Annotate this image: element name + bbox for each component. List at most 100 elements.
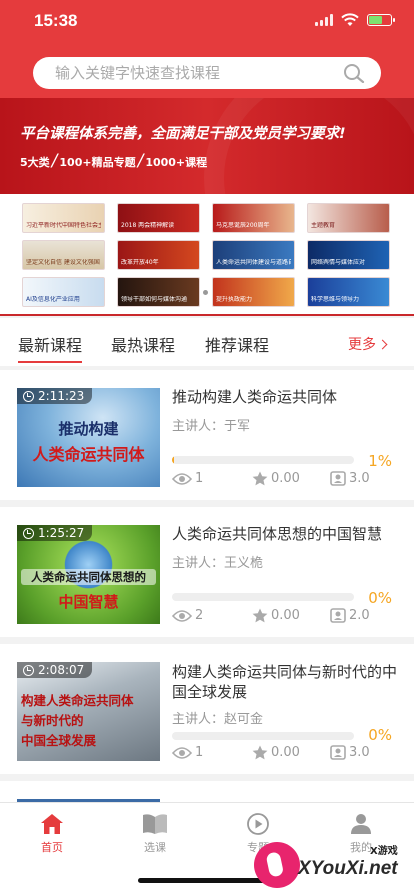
views-stat: 1 [172, 745, 203, 760]
course-title: 推动构建人类命运共同体 [172, 388, 338, 406]
eye-icon [172, 472, 192, 485]
course-title: 人类命运共同体思想的中国智慧 [172, 525, 383, 543]
cellular-signal-icon [315, 14, 333, 26]
views-stat: 1 [172, 471, 203, 486]
cover-title: 与新时代的 [21, 713, 84, 728]
chevron-right-icon [377, 339, 388, 350]
duration-badge: 2:11:23 [17, 388, 93, 404]
certificate-icon [330, 608, 346, 623]
progress-bar [172, 593, 354, 601]
tab-hottest[interactable]: 最热课程 [111, 332, 175, 356]
search-input[interactable] [55, 57, 335, 89]
certificate-icon [330, 471, 346, 486]
progress-percent: 0% [368, 726, 392, 744]
star-icon [252, 608, 268, 623]
rating-stat: 0.00 [252, 608, 300, 623]
clock-icon [23, 527, 34, 539]
clock-icon [23, 390, 34, 402]
tab-latest[interactable]: 最新课程 [18, 332, 83, 363]
score-stat: 3.0 [330, 471, 370, 486]
status-bar: 15:38 [0, 0, 414, 44]
topic-thumbnail[interactable]: AI及信息化产业应用 [22, 277, 105, 307]
tab-courses[interactable]: 选课 [125, 813, 185, 855]
carousel-indicator [203, 290, 208, 295]
banner-stats: 5大类/100+精品专题/1000+课程 [20, 151, 208, 171]
course-title: 构建人类命运共同体与新时代的中国全球发展 [172, 663, 398, 701]
course-lecturer: 主讲人：王义桅 [172, 556, 264, 571]
header: 15:38 [0, 0, 414, 98]
topic-thumbnail[interactable]: 领导干部如何与媒体沟通 [117, 277, 200, 307]
cover-title: 构建人类命运共同体 [21, 693, 134, 708]
cover-title: 推动构建 [58, 420, 119, 438]
progress-percent: 0% [368, 589, 392, 607]
duration-badge: 2:08:07 [17, 662, 93, 678]
topic-thumbnail[interactable]: 主题教育 [307, 203, 390, 233]
clock-icon [23, 664, 34, 676]
banner-stat: 5大类 [20, 156, 50, 169]
star-icon [252, 745, 268, 760]
course-cover[interactable]: 构建人类命运共同体 与新时代的 中国全球发展 2:08:07 [17, 662, 160, 761]
user-icon [351, 814, 371, 834]
cover-title: 人类命运共同体 [32, 445, 145, 464]
status-icons [315, 13, 395, 27]
course-list: 推动构建 人类命运共同体 2:11:23 推动构建人类命运共同体 主讲人：于军 … [0, 370, 414, 802]
duration-badge: 1:25:27 [17, 525, 93, 541]
course-card[interactable]: 人类命运共同体思想的 中国智慧 1:25:27 人类命运共同体思想的中国智慧 主… [0, 507, 414, 637]
tab-recommended[interactable]: 推荐课程 [205, 332, 269, 356]
topic-thumbnail[interactable]: 坚定文化自信 建设文化强国 [22, 240, 105, 270]
progress-fill [172, 456, 174, 464]
progress-bar [172, 456, 354, 464]
cover-title: 中国全球发展 [21, 733, 97, 748]
watermark-big-text: XYouXi.net [298, 858, 398, 879]
topic-thumbnail[interactable]: 网络舆情与媒体应对 [307, 240, 390, 270]
views-stat: 2 [172, 608, 203, 623]
course-stats: 1 0.00 3.0 [172, 745, 372, 763]
banner-stat: 100+精品专题 [59, 156, 136, 169]
course-lecturer: 主讲人：于军 [172, 419, 251, 434]
status-time: 15:38 [34, 11, 78, 30]
topic-thumbnail[interactable]: 提升执政能力 [212, 277, 295, 307]
watermark-logo-icon [249, 837, 305, 893]
rating-stat: 0.00 [252, 471, 300, 486]
course-stats: 2 0.00 2.0 [172, 608, 372, 626]
course-lecturer: 主讲人：赵可金 [172, 712, 264, 727]
search-bar[interactable] [33, 57, 381, 89]
topic-thumbnail[interactable]: 改革开放40年 [117, 240, 200, 270]
more-link[interactable]: 更多 [348, 334, 388, 354]
course-card[interactable] [0, 781, 414, 802]
topic-thumbnail[interactable]: 2018 两会精神解读 [117, 203, 200, 233]
search-icon[interactable] [343, 63, 365, 83]
eye-icon [172, 609, 192, 622]
rating-stat: 0.00 [252, 745, 300, 760]
score-stat: 3.0 [330, 745, 370, 760]
battery-icon [367, 14, 395, 26]
course-cover[interactable]: 人类命运共同体思想的 中国智慧 1:25:27 [17, 525, 160, 624]
course-card[interactable]: 构建人类命运共同体 与新时代的 中国全球发展 2:08:07 构建人类命运共同体… [0, 644, 414, 774]
watermark-small-text: X游戏 [370, 846, 398, 857]
course-tabs: 最新课程 最热课程 推荐课程 更多 [0, 318, 414, 366]
play-icon [247, 813, 269, 835]
eye-icon [172, 746, 192, 759]
course-card[interactable]: 推动构建 人类命运共同体 2:11:23 推动构建人类命运共同体 主讲人：于军 … [0, 370, 414, 500]
banner-stat: 1000+课程 [145, 156, 208, 169]
watermark: X游戏 XYouXi.net [246, 836, 414, 896]
topic-thumbnail[interactable]: 马克思诞辰200周年 [212, 203, 295, 233]
tab-home[interactable]: 首页 [22, 813, 82, 855]
cover-title: 中国智慧 [58, 593, 119, 611]
star-icon [252, 471, 268, 486]
promo-banner[interactable]: 平台课程体系完善，全面满足干部及党员学习要求! 5大类/100+精品专题/100… [0, 98, 414, 194]
banner-title: 平台课程体系完善，全面满足干部及党员学习要求! [20, 126, 346, 142]
topic-thumbnail-grid: 习近平新时代中国特色社会主义思想 2018 两会精神解读 马克思诞辰200周年 … [0, 194, 414, 316]
topic-thumbnail[interactable]: 科学思维与领导力 [307, 277, 390, 307]
topic-thumbnail[interactable]: 人类命运共同体建设与道路自信 [212, 240, 295, 270]
home-icon [41, 814, 63, 834]
course-cover[interactable]: 推动构建 人类命运共同体 2:11:23 [17, 388, 160, 487]
certificate-icon [330, 745, 346, 760]
wifi-icon [341, 13, 359, 26]
topic-thumbnail[interactable]: 习近平新时代中国特色社会主义思想 [22, 203, 105, 233]
cover-title: 人类命运共同体思想的 [21, 569, 156, 585]
book-icon [143, 814, 167, 834]
score-stat: 2.0 [330, 608, 370, 623]
progress-bar [172, 732, 354, 740]
course-stats: 1 0.00 3.0 [172, 471, 372, 489]
